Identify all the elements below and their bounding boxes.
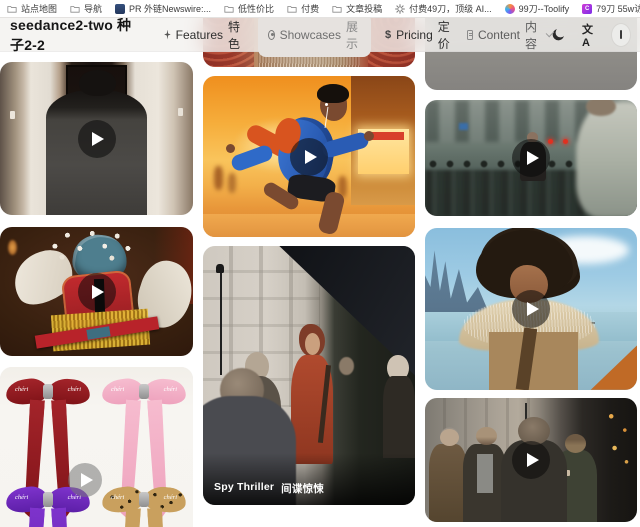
bow-brand-label: chéri (15, 494, 28, 501)
video-tile-ribbons[interactable]: chéri chéri chéri chéri chéri chéri chér… (0, 367, 193, 527)
menu-icon (620, 30, 623, 39)
bookmark-label: 79刀 55w访问 AI... (596, 2, 640, 15)
dollar-icon: $ (385, 29, 391, 41)
c-site-icon: C (582, 4, 592, 14)
toolify-site-icon (505, 4, 515, 14)
sparkles-icon (164, 30, 170, 40)
play-button[interactable] (78, 120, 116, 158)
bookmark-toolify[interactable]: 99刀--Toolify (505, 2, 570, 15)
bookmark-label: 付费49刀，顶级 AI... (409, 2, 492, 15)
nav-pricing-label: Pricing (396, 28, 433, 42)
bow-brand-label: chéri (15, 386, 28, 393)
video-caption: Spy Thriller 间谍惊悚 (214, 481, 324, 496)
bow-brand-label: chéri (68, 386, 81, 393)
thumbnail-art-spy (203, 246, 415, 505)
nav-showcases-label: Showcases (280, 28, 341, 42)
bookmark-folder-articles[interactable]: 文章投稿 (332, 2, 382, 15)
bow-brand-label: chéri (164, 494, 177, 501)
bookmark-newswire[interactable]: PR 外链Newswire:... (115, 2, 211, 15)
video-tile-boy[interactable] (425, 228, 637, 390)
play-button[interactable] (78, 273, 116, 311)
bookmark-label: 99刀--Toolify (519, 2, 570, 15)
target-icon (268, 30, 275, 40)
bookmark-folder-sitemap[interactable]: 站点地图 (7, 2, 57, 15)
play-button[interactable] (290, 138, 328, 176)
nav-content-label-zh: 内容 (525, 18, 541, 52)
bookmark-label: PR 外链Newswire:... (129, 2, 211, 15)
bookmark-c-site[interactable]: C 79刀 55w访问 AI... (582, 2, 640, 15)
nav-showcases-label-zh: 展示 (346, 18, 361, 52)
video-tile-runner[interactable] (203, 76, 415, 237)
folder-icon (7, 4, 17, 14)
bookmarks-bar: 站点地图 导航 PR 外链Newswire:... 低性价比 付费 文章投稿 付… (0, 0, 640, 18)
bookmark-label: 导航 (84, 2, 102, 15)
gear-icon (395, 4, 405, 14)
folder-icon (70, 4, 80, 14)
nav-features[interactable]: Features 特色 (164, 18, 243, 52)
bookmark-label: 低性价比 (238, 2, 274, 15)
translate-icon: 文A (582, 21, 596, 49)
bookmark-paid49[interactable]: 付费49刀，顶级 AI... (395, 2, 492, 15)
video-tile-hallway[interactable] (0, 62, 193, 215)
navbar-actions: 文A (551, 21, 630, 49)
video-tile-opera[interactable] (0, 227, 193, 356)
folder-icon (332, 4, 342, 14)
moon-icon (551, 27, 566, 42)
bookmark-label: 文章投稿 (346, 2, 382, 15)
bow-brand-label: chéri (164, 386, 177, 393)
caption-en: Spy Thriller (214, 481, 274, 496)
nav-features-label: Features (176, 28, 223, 42)
bookmark-folder-nav[interactable]: 导航 (70, 2, 102, 15)
bookmark-folder-paid[interactable]: 付费 (287, 2, 319, 15)
nav-showcases[interactable]: Showcases 展示 (258, 13, 371, 57)
brand-title[interactable]: seedance2-two 种子2-2 (10, 15, 142, 55)
document-icon (467, 30, 473, 40)
theme-toggle-button[interactable] (551, 27, 566, 42)
bow-brand-label: chéri (111, 386, 124, 393)
play-button[interactable] (512, 441, 550, 479)
nav-features-label-zh: 特色 (228, 18, 244, 52)
video-tile-chase[interactable] (425, 100, 637, 216)
bookmark-label: 付费 (301, 2, 319, 15)
caption-zh: 间谍惊悚 (281, 481, 324, 496)
translate-button[interactable]: 文A (582, 21, 596, 49)
nav-content-label: Content (478, 28, 520, 42)
bow-brand-label: chéri (111, 494, 124, 501)
folder-icon (287, 4, 297, 14)
bookmark-label: 站点地图 (21, 2, 57, 15)
nav-content[interactable]: Content 内容 (467, 18, 551, 52)
site-navbar: seedance2-two 种子2-2 Features 特色 Showcase… (0, 18, 640, 52)
nav-pricing-label-zh: 定价 (438, 18, 450, 52)
video-tile-spy-thriller[interactable]: Spy Thriller 间谍惊悚 (203, 246, 415, 505)
play-button[interactable] (512, 290, 550, 328)
play-button[interactable] (512, 139, 550, 177)
app-window: 站点地图 导航 PR 外链Newswire:... 低性价比 付费 文章投稿 付… (0, 0, 640, 527)
menu-button[interactable] (612, 24, 630, 46)
video-tile-street[interactable] (425, 398, 637, 522)
folder-icon (224, 4, 234, 14)
play-button[interactable] (68, 463, 102, 497)
nav-pricing[interactable]: $ Pricing 定价 (385, 18, 450, 52)
newswire-site-icon (115, 4, 125, 14)
thumbnail-art-ribbons: chéri chéri chéri chéri chéri chéri chér… (0, 367, 193, 527)
bookmark-folder-lowvalue[interactable]: 低性价比 (224, 2, 274, 15)
